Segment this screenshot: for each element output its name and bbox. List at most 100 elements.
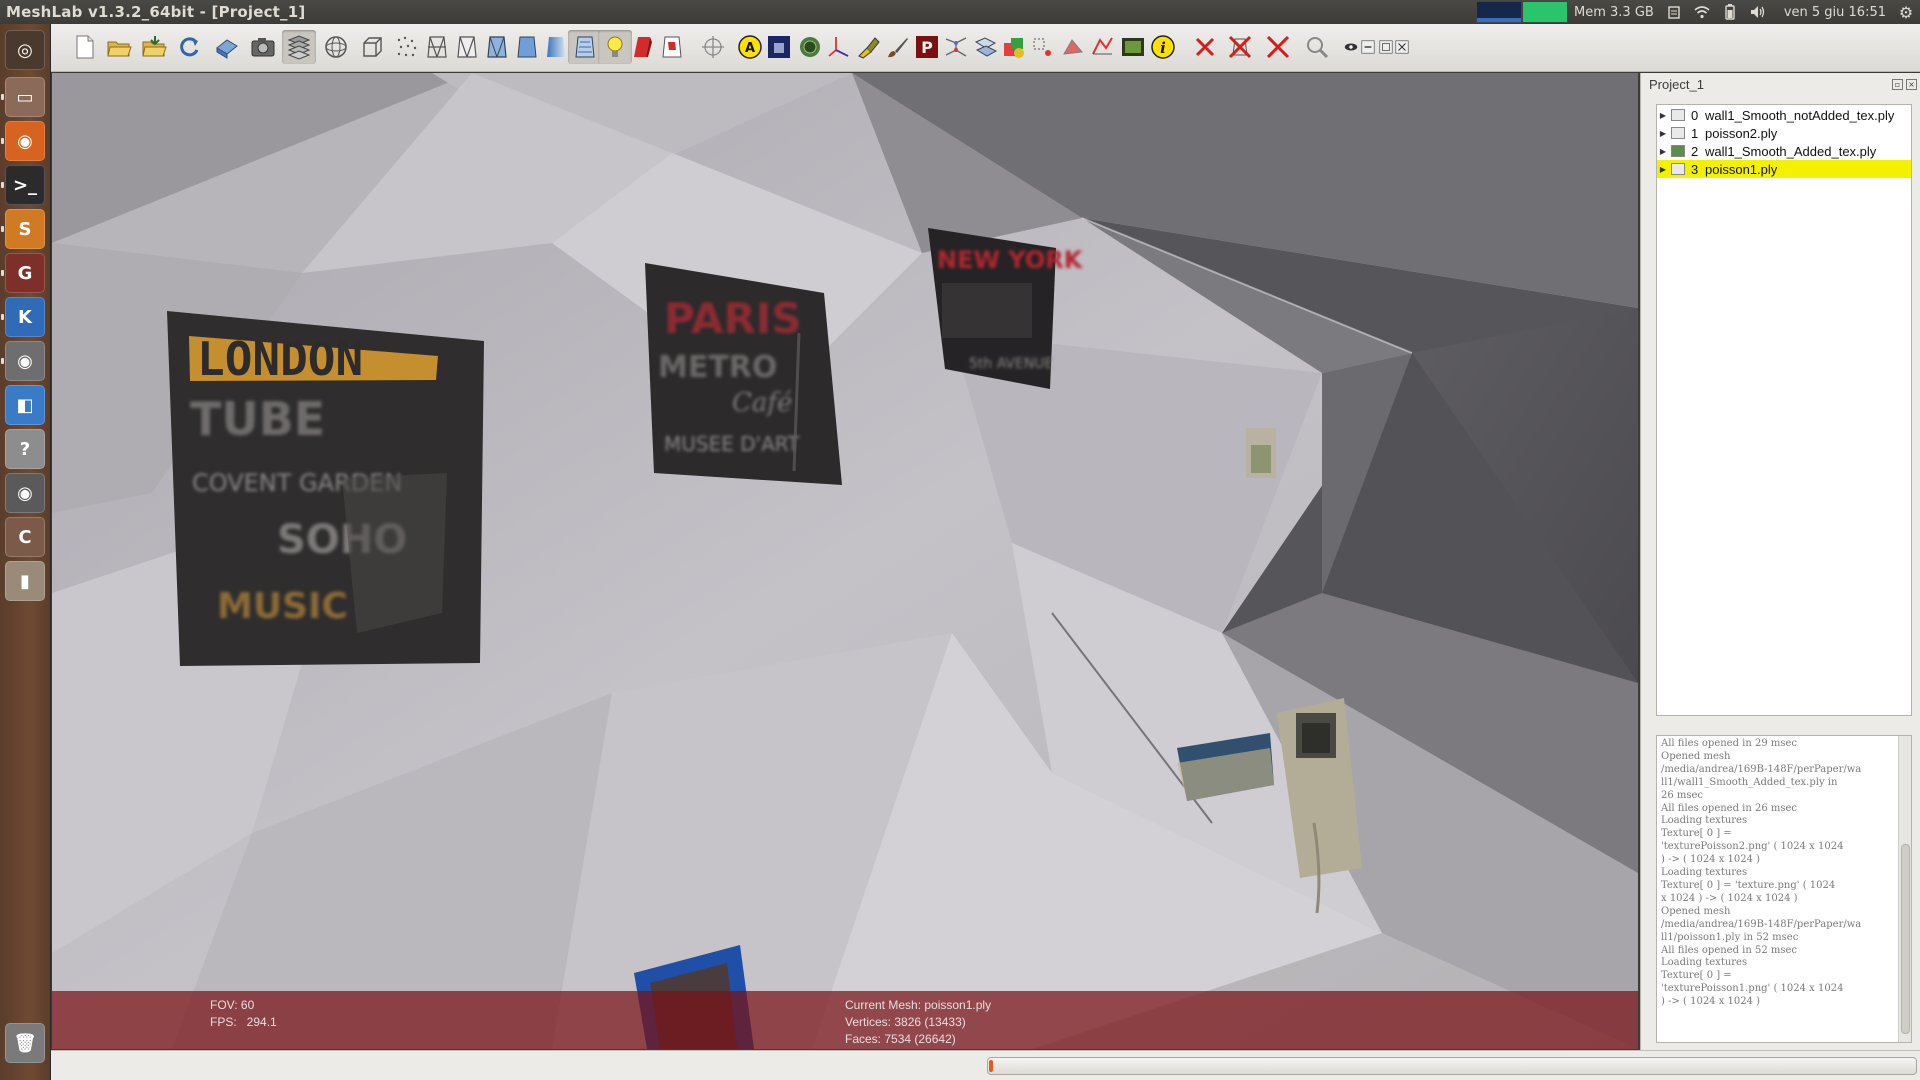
layer-index: 2 <box>1691 143 1699 159</box>
layer-visibility-icon[interactable] <box>1671 127 1685 139</box>
layer-index: 1 <box>1691 125 1699 141</box>
delete-vertices-button[interactable] <box>1261 30 1295 64</box>
select-faces-button[interactable] <box>1056 30 1090 64</box>
layer-visibility-icon[interactable] <box>1671 163 1685 175</box>
wireframe-button[interactable] <box>420 30 454 64</box>
delete-faces-icon <box>1192 34 1218 60</box>
dock-close-icon[interactable]: × <box>1906 79 1917 90</box>
select-connected-icon <box>1090 34 1116 60</box>
trackball-button[interactable] <box>319 30 353 64</box>
system-monitor[interactable] <box>1476 1 1569 23</box>
sublime-text-icon[interactable]: S <box>5 209 45 249</box>
poster-tube-text: TUBE <box>190 392 325 446</box>
clipboard-indicator-icon[interactable] <box>1666 4 1682 20</box>
minimize-button[interactable] <box>1358 37 1378 57</box>
3d-viewport[interactable]: LONDON TUBE COVENT GARDEN SOHO MUSIC PAR… <box>52 73 1638 1049</box>
eye-app-icon[interactable]: ◉ <box>5 341 45 381</box>
delete-faces-vertices-button[interactable] <box>1223 30 1257 64</box>
volume-icon[interactable] <box>1750 4 1766 20</box>
layer-row[interactable]: ▶ 2 wall1_Smooth_Added_tex.ply <box>1657 142 1911 160</box>
crosshair-button[interactable] <box>696 30 730 64</box>
log-text: All files opened in 29 msec Opened mesh … <box>1661 738 1862 1008</box>
terminal-icon[interactable]: >_ <box>5 165 45 205</box>
info-button[interactable]: i <box>1146 30 1180 64</box>
close-button[interactable] <box>1392 37 1412 57</box>
flat-lines-button[interactable] <box>480 30 514 64</box>
layer-row[interactable]: ▶ 0 wall1_Smooth_notAdded_tex.ply <box>1657 106 1911 124</box>
launcher-app-icon[interactable]: ◧ <box>5 385 45 425</box>
texture-icon <box>572 34 598 60</box>
eye-app-2-icon[interactable]: ◉ <box>5 473 45 513</box>
hidden-lines-button[interactable] <box>450 30 484 64</box>
select-connected-button[interactable] <box>1086 30 1120 64</box>
axes-icon <box>826 34 852 60</box>
firefox-icon[interactable]: ◉ <box>5 121 45 161</box>
bounding-box-button[interactable] <box>355 30 389 64</box>
settings-gear-icon[interactable]: ⚙ <box>1898 3 1914 22</box>
align-button[interactable] <box>939 30 973 64</box>
usb-drive-icon[interactable]: ▮ <box>5 561 45 601</box>
image-align-button[interactable] <box>1116 30 1150 64</box>
london-poster: LONDON TUBE COVENT GARDEN SOHO MUSIC <box>167 311 484 666</box>
brush-icon <box>884 34 910 60</box>
raster-button[interactable] <box>762 30 796 64</box>
progress-bar <box>987 1057 1917 1075</box>
expand-arrow-icon[interactable]: ▶ <box>1657 147 1669 156</box>
memory-graph <box>1522 1 1569 23</box>
trackball-icon <box>323 34 349 60</box>
select-vertices-icon <box>1030 34 1056 60</box>
poster-london-text: LONDON <box>197 332 363 386</box>
points-button[interactable] <box>390 30 424 64</box>
selected-faces-button[interactable] <box>655 30 689 64</box>
minimize-icon <box>1359 38 1377 56</box>
layer-name: poisson1.ply <box>1705 161 1778 177</box>
log-scrollbar-thumb[interactable] <box>1901 844 1910 1034</box>
layer-row[interactable]: ▶ 1 poisson2.ply <box>1657 124 1911 142</box>
poster-newyork-text: NEW YORK <box>937 246 1084 274</box>
raster-icon <box>766 34 792 60</box>
dock-float-icon[interactable]: ▫ <box>1892 79 1903 90</box>
expand-arrow-icon[interactable]: ▶ <box>1657 129 1669 138</box>
k-app-icon[interactable]: K <box>5 297 45 337</box>
expand-arrow-icon[interactable]: ▶ <box>1657 165 1669 174</box>
trash-icon[interactable]: 🗑 <box>5 1023 45 1063</box>
dash-home-icon[interactable]: ◎ <box>5 30 45 70</box>
layers-button[interactable] <box>282 30 316 64</box>
ao-icon <box>797 34 823 60</box>
select-vertices-button[interactable] <box>1026 30 1060 64</box>
export-mesh-button[interactable] <box>210 30 244 64</box>
brush-button[interactable] <box>880 30 914 64</box>
new-project-button[interactable] <box>68 30 102 64</box>
reload-button[interactable] <box>172 30 206 64</box>
memory-label: Mem 3.3 GB <box>1574 4 1654 20</box>
import-mesh-button[interactable] <box>137 30 171 64</box>
clock-label[interactable]: ven 5 giu 16:51 <box>1784 5 1886 20</box>
info-icon: i <box>1150 34 1176 60</box>
delete-faces-button[interactable] <box>1188 30 1222 64</box>
log-panel[interactable]: All files opened in 29 msec Opened mesh … <box>1656 735 1912 1043</box>
open-project-button[interactable] <box>102 30 136 64</box>
progress-fill <box>989 1060 993 1072</box>
meshlab-app-icon[interactable]: G <box>5 253 45 293</box>
annotation-icon: A <box>737 34 763 60</box>
log-scrollbar[interactable] <box>1898 736 1911 1042</box>
c-app-icon[interactable]: C <box>5 517 45 557</box>
running-indicator <box>1 138 4 144</box>
files-icon[interactable]: ▭ <box>5 77 45 117</box>
layer-row[interactable]: ▶ 3 poisson1.ply <box>1657 160 1911 178</box>
snapshot-button[interactable] <box>246 30 280 64</box>
texture-button[interactable] <box>568 30 602 64</box>
wifi-icon[interactable] <box>1694 4 1710 20</box>
expand-arrow-icon[interactable]: ▶ <box>1657 111 1669 120</box>
poster-music-text: MUSIC <box>217 586 348 627</box>
layer-visibility-icon[interactable] <box>1671 145 1685 157</box>
search-icon <box>1304 34 1330 60</box>
wireframe-icon <box>424 34 450 60</box>
fov-label: FOV: 60 <box>210 998 255 1012</box>
help-icon[interactable]: ? <box>5 429 45 469</box>
layer-visibility-icon[interactable] <box>1671 109 1685 121</box>
hidden-lines-icon <box>454 34 480 60</box>
search-button[interactable] <box>1300 30 1334 64</box>
layers-icon <box>286 34 312 60</box>
battery-icon[interactable] <box>1722 4 1738 20</box>
